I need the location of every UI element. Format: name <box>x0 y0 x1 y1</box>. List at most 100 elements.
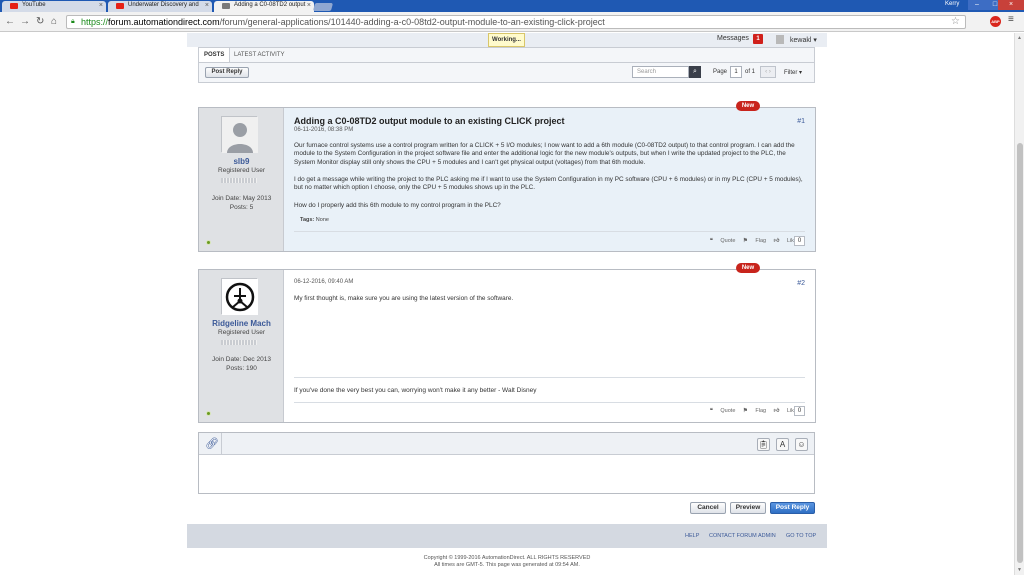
footer-contact-link[interactable]: Contact Forum Admin <box>709 533 776 539</box>
author-role: Registered User <box>218 329 265 336</box>
footer-top-link[interactable]: Go to top <box>786 533 816 539</box>
reputation-bar <box>221 340 257 345</box>
reload-icon[interactable]: ↻ <box>36 16 44 27</box>
post-author-sidebar: Ridgeline Mach Registered User Join Date… <box>199 270 284 422</box>
scrollbar-thumb[interactable] <box>1017 143 1023 563</box>
working-indicator: Working... <box>488 33 525 47</box>
post-actions: ❝ Quote ⚑ Flag 👍︎ Like <box>704 408 797 414</box>
flag-button[interactable]: ⚑ Flag <box>743 408 766 414</box>
username-menu[interactable]: kewakl ▾ <box>790 36 817 44</box>
profile-name[interactable]: Kerry <box>945 1 959 7</box>
paste-icon[interactable]: 📋︎ <box>757 438 770 451</box>
scroll-down-icon[interactable]: ▼ <box>1017 567 1022 573</box>
youtube-favicon-icon <box>116 3 124 9</box>
copyright-text: Copyright © 1999-2016 AutomationDirect. … <box>423 555 591 561</box>
browser-menu-icon[interactable]: ≡ <box>1008 14 1014 25</box>
post-author-sidebar: slb9 Registered User Join Date: May 2013… <box>199 108 284 251</box>
author-name[interactable]: Ridgeline Mach <box>199 319 284 328</box>
browser-tab-strip: YouTube × Underwater Discovery and × Add… <box>0 0 1024 12</box>
page-label: Page <box>713 69 728 75</box>
back-icon[interactable]: ← <box>5 16 15 27</box>
address-bar[interactable]: 🔒︎ https://forum.automationdirect.com/fo… <box>66 15 966 29</box>
forum-favicon-icon <box>222 3 230 9</box>
like-count: 0 <box>794 236 805 246</box>
editor-toolbar: 🔗︎ 📋︎ A ☺ <box>199 433 814 455</box>
search-input[interactable]: Search <box>632 66 689 78</box>
author-post-count: Posts: 190 <box>226 365 257 372</box>
user-avatar[interactable] <box>776 35 784 44</box>
forward-icon[interactable]: → <box>20 16 30 27</box>
tab-title: YouTube <box>22 2 46 8</box>
default-avatar-icon <box>222 117 258 153</box>
thread-tabs-panel: Posts Latest Activity <box>198 47 815 83</box>
post-paragraph: How do I properly add this 6th module to… <box>294 202 501 209</box>
tab-title: Underwater Discovery and <box>128 2 199 8</box>
browser-toolbar: ← → ↻ ⌂ 🔒︎ https://forum.automationdirec… <box>0 12 1024 32</box>
messages-count-badge[interactable]: 1 <box>753 34 763 44</box>
tab-posts[interactable]: Posts <box>199 48 231 62</box>
preview-button[interactable]: Preview <box>730 502 766 514</box>
browser-tab-youtube[interactable]: YouTube × <box>2 1 106 12</box>
adblock-icon[interactable]: ABP <box>990 16 1001 27</box>
smiley-icon[interactable]: ☺ <box>795 438 808 451</box>
search-icon[interactable]: ⌕ <box>689 66 701 78</box>
browser-tab-underwater[interactable]: Underwater Discovery and × <box>108 1 212 12</box>
close-tab-icon[interactable]: × <box>307 2 311 9</box>
new-badge: New <box>736 101 760 111</box>
scroll-up-icon[interactable]: ▲ <box>1017 35 1022 41</box>
page-number-input[interactable]: 1 <box>730 66 742 78</box>
url-text[interactable]: https://forum.automationdirect.com/forum… <box>81 17 605 27</box>
minimize-button[interactable]: – <box>968 0 986 10</box>
author-role: Registered User <box>218 167 265 174</box>
flag-button[interactable]: ⚑ Flag <box>743 238 766 244</box>
home-icon[interactable]: ⌂ <box>51 16 57 27</box>
author-join-date: Join Date: May 2013 <box>211 195 272 202</box>
quote-icon: ❝ <box>709 408 713 414</box>
flag-icon: ⚑ <box>742 408 748 414</box>
quote-button[interactable]: ❝ Quote <box>710 238 735 244</box>
footer-help-link[interactable]: Help <box>685 533 699 539</box>
post-divider <box>294 231 805 232</box>
lock-icon: 🔒︎ <box>71 18 75 25</box>
new-badge: New <box>736 263 760 273</box>
link-icon[interactable]: 🔗︎ <box>205 437 219 450</box>
post-date: 06-12-2016, 09:40 AM <box>294 279 354 285</box>
post-2: Ridgeline Mach Registered User Join Date… <box>198 269 816 423</box>
cancel-button[interactable]: Cancel <box>690 502 726 514</box>
page-of-label: of 1 <box>745 69 756 75</box>
tab-title: Adding a C0-08TD2 output <box>234 2 306 8</box>
online-status-icon <box>206 240 211 245</box>
close-tab-icon[interactable]: × <box>205 2 209 9</box>
post-reply-top-button[interactable]: Post Reply <box>205 67 249 78</box>
flag-icon: ⚑ <box>742 238 748 244</box>
close-tab-icon[interactable]: × <box>99 2 103 9</box>
timezone-text: All times are GMT-5. This page was gener… <box>434 562 580 568</box>
post-actions: ❝ Quote ⚑ Flag 👍︎ Like <box>704 238 797 244</box>
avatar[interactable] <box>221 278 258 315</box>
post-tags: Tags: None <box>300 217 329 223</box>
reply-editor: 🔗︎ 📋︎ A ☺ <box>198 432 815 494</box>
page-arrows[interactable]: ‹ › <box>760 66 776 78</box>
reply-textarea[interactable] <box>199 456 814 493</box>
font-format-icon[interactable]: A <box>776 438 789 451</box>
author-join-date: Join Date: Dec 2013 <box>212 356 271 363</box>
messages-link[interactable]: Messages <box>717 35 749 42</box>
post-signature: If you've done the very best you can, wo… <box>294 387 537 394</box>
post-paragraph: I do get a message while writing the pro… <box>294 176 803 192</box>
filter-menu[interactable]: Filter ▾ <box>784 69 802 76</box>
post-text: My first thought is, make sure you are u… <box>294 295 514 302</box>
post-body: 06-12-2016, 09:40 AM #2 My first thought… <box>284 270 815 422</box>
post-number[interactable]: #2 <box>797 280 805 287</box>
new-tab-button[interactable] <box>312 3 334 11</box>
page-scrollbar[interactable]: ▲ ▼ <box>1014 33 1024 575</box>
window-close-button[interactable]: × <box>998 0 1024 10</box>
reputation-bar <box>221 178 257 183</box>
browser-tab-forum[interactable]: Adding a C0-08TD2 output × <box>214 1 314 12</box>
avatar[interactable] <box>221 116 258 153</box>
post-number[interactable]: #1 <box>797 118 805 125</box>
post-reply-button[interactable]: Post Reply <box>770 502 815 514</box>
quote-button[interactable]: ❝ Quote <box>710 408 735 414</box>
author-name[interactable]: slb9 <box>199 157 284 166</box>
tab-latest-activity[interactable]: Latest Activity <box>229 48 289 62</box>
bookmark-star-icon[interactable]: ☆ <box>951 16 960 27</box>
